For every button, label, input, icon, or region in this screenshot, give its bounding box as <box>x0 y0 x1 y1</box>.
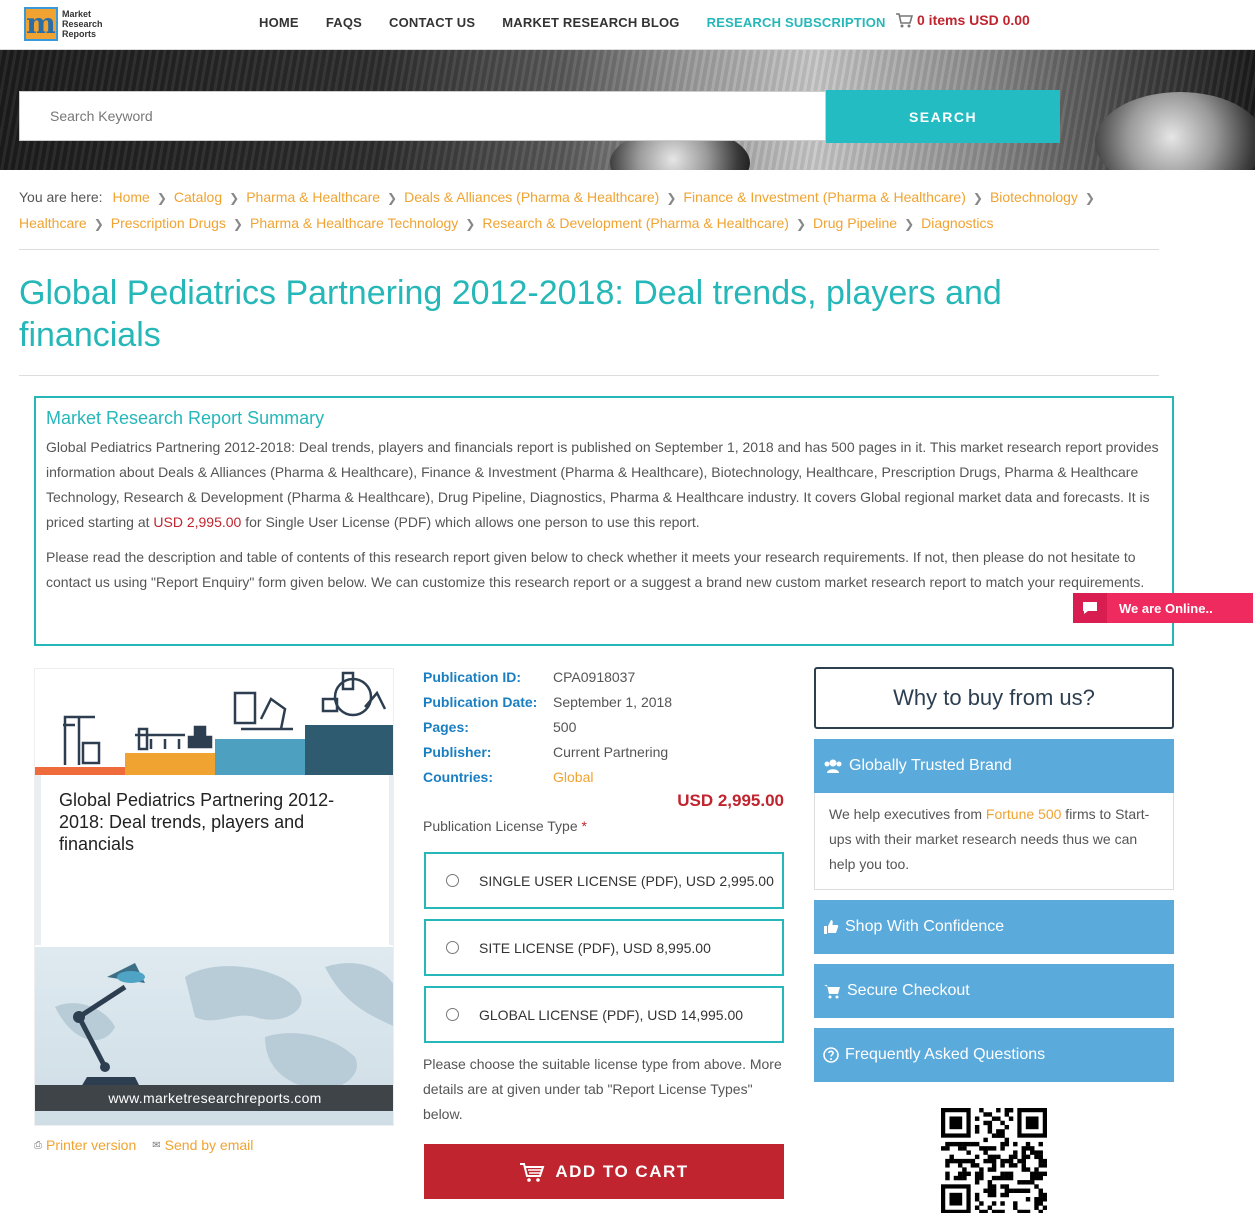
publication-id: CPA0918037 <box>553 669 636 685</box>
search-bar: SEARCH <box>19 90 1060 143</box>
nav-research-subscription[interactable]: RESEARCH SUBSCRIPTION <box>707 15 886 30</box>
breadcrumb-item[interactable]: Pharma & Healthcare <box>246 189 380 205</box>
search-input[interactable] <box>19 91 826 141</box>
summary-paragraph: Please read the description and table of… <box>46 549 1145 590</box>
nav-market-research-blog[interactable]: MARKET RESEARCH BLOG <box>502 15 679 30</box>
product-title: Global Pediatrics Partnering 2012-2018: … <box>59 790 335 854</box>
license-option-single-user[interactable]: SINGLE USER LICENSE (PDF), USD 2,995.00 <box>424 852 784 909</box>
users-icon <box>823 758 843 774</box>
breadcrumb-item[interactable]: Home <box>112 189 149 205</box>
cart-icon <box>823 983 841 999</box>
detail-row: Pages: 500 <box>423 715 785 740</box>
breadcrumb-item[interactable]: Finance & Investment (Pharma & Healthcar… <box>683 189 965 205</box>
detail-row: Countries: Global <box>423 765 785 790</box>
breadcrumb-item[interactable]: Pharma & Healthcare Technology <box>250 215 458 231</box>
breadcrumb: You are here: Home ❯ Catalog ❯ Pharma & Heal… <box>19 189 1095 231</box>
nav-faqs[interactable]: FAQS <box>326 15 362 30</box>
breadcrumb-item[interactable]: Healthcare <box>19 215 87 231</box>
license-radio[interactable] <box>446 1008 459 1021</box>
share-links: ⎙ Printer version ✉ Send by email <box>34 1137 253 1153</box>
divider <box>19 249 1159 250</box>
logo-mark: m <box>24 7 58 41</box>
chat-widget[interactable]: We are Online.. <box>1073 593 1253 623</box>
license-note: Please choose the suitable license type … <box>423 1056 782 1122</box>
email-icon: ✉ <box>152 1139 161 1151</box>
main-nav: HOME FAQS CONTACT US MARKET RESEARCH BLO… <box>259 0 913 44</box>
shop-with-confidence-header[interactable]: Shop With Confidence <box>814 900 1174 954</box>
printer-version-link[interactable]: Printer version <box>46 1137 136 1153</box>
faq-header[interactable]: Frequently Asked Questions <box>814 1028 1174 1082</box>
page-title: Global Pediatrics Partnering 2012-2018: … <box>19 274 1002 354</box>
product-url: www.marketresearchreports.com <box>35 1085 393 1111</box>
send-by-email-link[interactable]: Send by email <box>165 1137 254 1153</box>
qr-code <box>941 1108 1047 1213</box>
cart-icon <box>896 13 913 28</box>
breadcrumb-prefix: You are here: <box>19 189 103 205</box>
fortune-500-link[interactable]: Fortune 500 <box>986 806 1062 822</box>
page-count: 500 <box>553 719 577 735</box>
divider <box>19 375 1159 376</box>
nav-contact-us[interactable]: CONTACT US <box>389 15 475 30</box>
site-logo[interactable]: m Market Research Reports <box>24 4 106 44</box>
globally-trusted-brand-text: We help executives from Fortune 500 firm… <box>814 793 1174 890</box>
printer-icon: ⎙ <box>34 1139 42 1151</box>
question-circle-icon <box>823 1047 839 1063</box>
industry-illustration <box>35 669 393 775</box>
publisher: Current Partnering <box>553 744 669 760</box>
breadcrumb-item[interactable]: Prescription Drugs <box>111 215 226 231</box>
chat-icon <box>1073 593 1107 623</box>
top-bar: m Market Research Reports HOME FAQS CONT… <box>0 0 1255 50</box>
breadcrumb-item[interactable]: Drug Pipeline <box>813 215 897 231</box>
detail-row: Publication Date: September 1, 2018 <box>423 690 785 715</box>
breadcrumb-item[interactable]: Deals & Alliances (Pharma & Healthcare) <box>404 189 659 205</box>
cart-link[interactable]: 0 items USD 0.00 <box>895 12 1030 28</box>
cart-icon <box>520 1162 545 1182</box>
breadcrumb-item[interactable]: Biotechnology <box>990 189 1078 205</box>
license-option-site[interactable]: SITE LICENSE (PDF), USD 8,995.00 <box>424 919 784 976</box>
secure-checkout-header[interactable]: Secure Checkout <box>814 964 1174 1018</box>
license-type-label: Publication License Type * <box>423 818 587 834</box>
breadcrumb-item[interactable]: Research & Development (Pharma & Healthc… <box>482 215 789 231</box>
globally-trusted-brand-header[interactable]: Globally Trusted Brand <box>814 739 1174 793</box>
why-buy-heading: Why to buy from us? <box>814 667 1174 729</box>
report-summary: Market Research Report Summary Global Pe… <box>34 396 1174 646</box>
thumbs-up-icon <box>823 919 839 935</box>
license-radio[interactable] <box>446 874 459 887</box>
cart-summary: 0 items USD 0.00 <box>917 12 1030 28</box>
publication-date: September 1, 2018 <box>553 694 673 710</box>
report-price: USD 2,995.00 <box>677 791 784 810</box>
detail-row: Publication ID: CPA0918037 <box>423 665 785 690</box>
summary-heading: Market Research Report Summary <box>46 408 325 428</box>
license-radio[interactable] <box>446 941 459 954</box>
summary-price: USD 2,995.00 <box>153 514 242 530</box>
breadcrumb-item[interactable]: Catalog <box>174 189 222 205</box>
countries-link[interactable]: Global <box>553 765 593 790</box>
license-option-global[interactable]: GLOBAL LICENSE (PDF), USD 14,995.00 <box>424 986 784 1043</box>
summary-paragraph: Global Pediatrics Partnering 2012-2018: … <box>46 439 1159 530</box>
logo-text: Market Research Reports <box>62 9 103 39</box>
breadcrumb-item[interactable]: Diagnostics <box>921 215 993 231</box>
search-button[interactable]: SEARCH <box>826 90 1060 143</box>
add-to-cart-button[interactable]: ADD TO CART <box>424 1144 784 1199</box>
chat-label: We are Online.. <box>1119 600 1213 616</box>
product-cover-image: Global Pediatrics Partnering 2012-2018: … <box>34 668 394 1126</box>
detail-row: Publisher: Current Partnering <box>423 740 785 765</box>
nav-home[interactable]: HOME <box>259 15 299 30</box>
publication-details: Publication ID: CPA0918037 Publication Da… <box>423 665 785 790</box>
